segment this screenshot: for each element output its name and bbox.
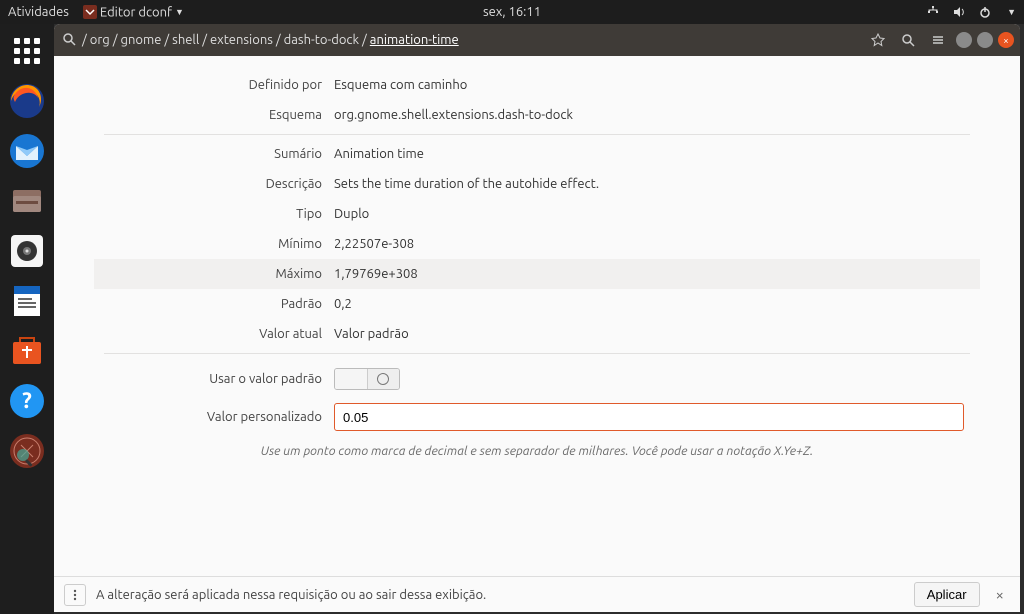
infobar-msg: A alteração será aplicada nessa requisiç… xyxy=(96,588,904,602)
crumb-dash[interactable]: dash-to-dock xyxy=(284,33,359,47)
val-padrao: 0,2 xyxy=(334,297,352,311)
power-icon[interactable] xyxy=(978,5,992,20)
infobar: A alteração será aplicada nessa requisiç… xyxy=(54,576,1020,612)
clock[interactable]: sex, 16:11 xyxy=(483,5,541,19)
label-tipo: Tipo xyxy=(104,207,334,221)
crumb-current[interactable]: animation-time xyxy=(370,33,459,47)
window-maximize[interactable] xyxy=(977,32,993,48)
label-sumario: Sumário xyxy=(104,147,334,161)
val-max: 1,79769e+308 xyxy=(334,267,418,281)
gnome-topbar: Atividades Editor dconf▼ sex, 16:11 ▼ xyxy=(0,0,1024,24)
network-icon[interactable] xyxy=(926,5,940,20)
val-desc: Sets the time duration of the autohide e… xyxy=(334,177,599,191)
system-menu-chevron-icon[interactable]: ▼ xyxy=(1007,7,1016,17)
volume-icon[interactable] xyxy=(952,5,966,20)
label-min: Mínimo xyxy=(104,237,334,251)
headerbar: / org / gnome / shell / extensions / das… xyxy=(54,24,1020,56)
key-detail: Definido porEsquema com caminho Esquemao… xyxy=(54,56,1020,576)
use-default-toggle[interactable] xyxy=(334,368,400,390)
search-toggle-icon[interactable] xyxy=(60,32,78,49)
path-bar[interactable]: / org / gnome / shell / extensions / das… xyxy=(78,33,861,47)
label-usar: Usar o valor padrão xyxy=(104,372,334,386)
custom-value-input[interactable] xyxy=(334,403,964,431)
label-definido: Definido por xyxy=(104,78,334,92)
label-padrao: Padrão xyxy=(104,297,334,311)
ubuntu-dock: ? xyxy=(0,24,54,614)
val-min: 2,22507e-308 xyxy=(334,237,414,251)
app-menu[interactable]: Editor dconf▼ xyxy=(83,5,184,20)
dconf-window: / org / gnome / shell / extensions / das… xyxy=(54,24,1020,612)
bookmark-button[interactable] xyxy=(865,27,891,53)
activities-button[interactable]: Atividades xyxy=(8,5,69,19)
val-tipo: Duplo xyxy=(334,207,369,221)
label-max: Máximo xyxy=(104,267,334,281)
window-minimize[interactable] xyxy=(956,32,972,48)
dock-firefox[interactable] xyxy=(4,78,50,124)
label-desc: Descrição xyxy=(104,177,334,191)
dock-rhythmbox[interactable] xyxy=(4,228,50,274)
dconf-icon xyxy=(83,5,97,19)
dock-dconf[interactable] xyxy=(4,428,50,474)
crumb-org[interactable]: org xyxy=(90,33,110,47)
window-close[interactable]: × xyxy=(998,32,1014,48)
crumb-gnome[interactable]: gnome xyxy=(121,33,162,47)
apply-button[interactable]: Aplicar xyxy=(914,582,980,607)
separator xyxy=(104,134,970,135)
separator xyxy=(104,353,970,354)
dock-thunderbird[interactable] xyxy=(4,128,50,174)
crumb-ext[interactable]: extensions xyxy=(210,33,273,47)
dock-help[interactable]: ? xyxy=(4,378,50,424)
hint-text: Use um ponto como marca de decimal e sem… xyxy=(94,444,980,458)
dock-writer[interactable] xyxy=(4,278,50,324)
label-esquema: Esquema xyxy=(104,108,334,122)
label-custom: Valor personalizado xyxy=(104,410,334,424)
label-atual: Valor atual xyxy=(104,327,334,341)
val-atual: Valor padrão xyxy=(334,327,409,341)
dock-files[interactable] xyxy=(4,178,50,224)
val-esquema: org.gnome.shell.extensions.dash-to-dock xyxy=(334,108,573,122)
svg-text:?: ? xyxy=(22,388,32,413)
search-button[interactable] xyxy=(895,27,921,53)
show-apps[interactable] xyxy=(4,28,50,74)
crumb-shell[interactable]: shell xyxy=(172,33,199,47)
val-sumario: Animation time xyxy=(334,147,424,161)
menu-button[interactable] xyxy=(925,27,951,53)
val-definido: Esquema com caminho xyxy=(334,78,467,92)
info-icon[interactable] xyxy=(64,584,86,606)
infobar-close[interactable]: × xyxy=(990,586,1010,603)
dock-software[interactable] xyxy=(4,328,50,374)
